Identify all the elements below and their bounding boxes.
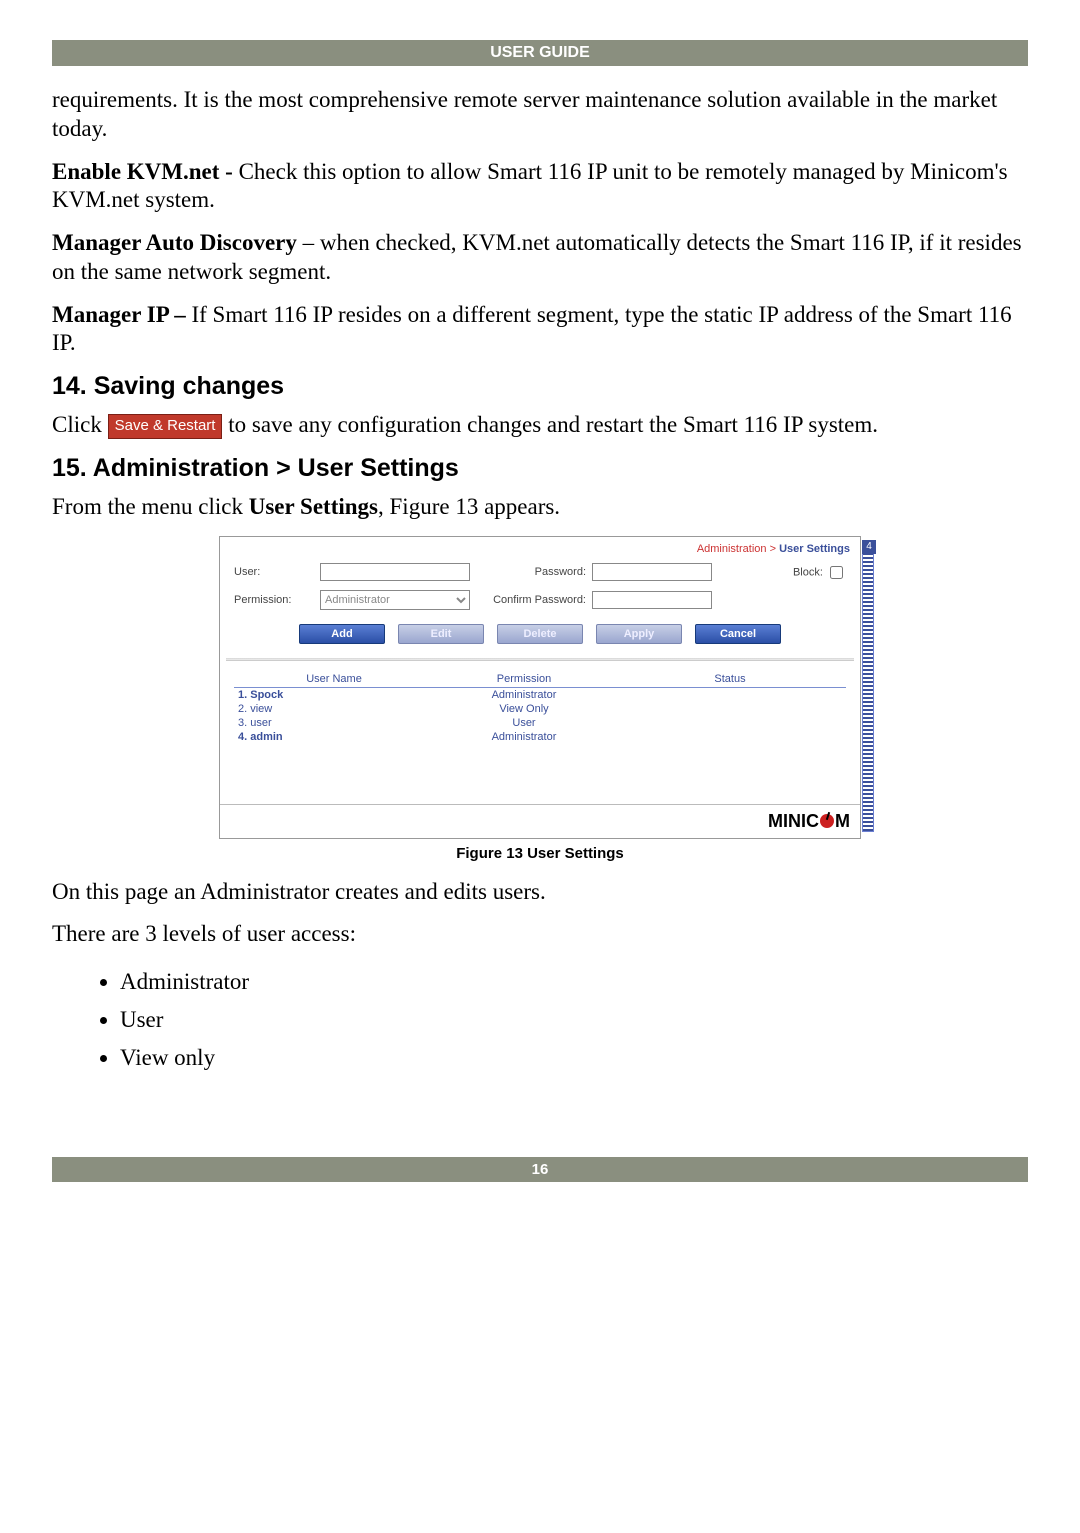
cell-permission: Administrator <box>434 689 614 701</box>
password-label: Password: <box>476 566 586 578</box>
edit-button[interactable]: Edit <box>398 624 484 644</box>
cell-username: 1. Spock <box>234 689 434 701</box>
delete-button[interactable]: Delete <box>497 624 583 644</box>
users-table: User Name Permission Status 1. SpockAdmi… <box>234 671 846 744</box>
block-label: Block: <box>793 566 823 578</box>
table-header: User Name Permission Status <box>234 671 846 688</box>
cell-status <box>614 689 846 701</box>
lead: Manager IP – <box>52 302 191 327</box>
brand-o-icon <box>820 814 834 828</box>
heading-saving-changes: 14. Saving changes <box>52 372 1028 401</box>
apply-button[interactable]: Apply <box>596 624 682 644</box>
paragraph-save-restart: Click Save & Restart to save any configu… <box>52 411 1028 440</box>
cell-permission: User <box>434 717 614 729</box>
cell-username: 4. admin <box>234 731 434 743</box>
panel-divider <box>226 658 854 661</box>
user-label: User: <box>234 566 314 578</box>
cancel-button[interactable]: Cancel <box>695 624 781 644</box>
user-input[interactable] <box>320 563 470 581</box>
list-item: User <box>120 1001 1028 1039</box>
confirm-label: Confirm Password: <box>476 594 586 606</box>
table-row[interactable]: 2. viewView Only <box>234 702 846 716</box>
paragraph-access-levels: There are 3 levels of user access: <box>52 920 1028 949</box>
page-header: USER GUIDE <box>52 40 1028 66</box>
cell-status <box>614 703 846 715</box>
col-permission: Permission <box>434 673 614 685</box>
paragraph-user-settings-intro: From the menu click User Settings, Figur… <box>52 493 1028 522</box>
header-title: USER GUIDE <box>490 44 590 61</box>
cell-permission: View Only <box>434 703 614 715</box>
save-restart-button[interactable]: Save & Restart <box>108 414 223 439</box>
list-item: Administrator <box>120 963 1028 1001</box>
access-list: AdministratorUserView only <box>92 963 1028 1077</box>
add-button[interactable]: Add <box>299 624 385 644</box>
pre: From the menu click <box>52 494 249 519</box>
block-checkbox[interactable] <box>830 566 843 579</box>
paragraph-auto-discovery: Manager Auto Discovery – when checked, K… <box>52 229 1028 287</box>
panel-side-decoration: 4 <box>862 543 874 832</box>
text: If Smart 116 IP resides on a different s… <box>52 302 1012 356</box>
lead: Manager Auto Discovery <box>52 230 297 255</box>
post: , Figure 13 appears. <box>378 494 560 519</box>
user-settings-panel: 4 Administration > User Settings User: P… <box>219 536 861 839</box>
panel-footer: MINIC M <box>220 804 860 838</box>
confirm-password-input[interactable] <box>592 591 712 609</box>
lead: Enable KVM.net - <box>52 159 239 184</box>
list-item: View only <box>120 1039 1028 1077</box>
permission-select[interactable]: Administrator <box>320 590 470 610</box>
pre: Click <box>52 412 108 437</box>
brand-post: M <box>835 811 850 831</box>
table-row[interactable]: 3. userUser <box>234 716 846 730</box>
paragraph-requirements: requirements. It is the most comprehensi… <box>52 86 1028 144</box>
password-input[interactable] <box>592 563 712 581</box>
paragraph-enable-kvm: Enable KVM.net - Check this option to al… <box>52 158 1028 216</box>
bold: User Settings <box>249 494 378 519</box>
breadcrumb: Administration > User Settings <box>220 537 860 559</box>
cell-username: 3. user <box>234 717 434 729</box>
crumb-current: User Settings <box>779 543 850 555</box>
paragraph-admin-creates: On this page an Administrator creates an… <box>52 878 1028 907</box>
cell-username: 2. view <box>234 703 434 715</box>
cell-status <box>614 717 846 729</box>
col-username: User Name <box>234 673 434 685</box>
col-status: Status <box>614 673 846 685</box>
paragraph-manager-ip: Manager IP – If Smart 116 IP resides on … <box>52 301 1028 359</box>
page-footer: 16 <box>52 1157 1028 1182</box>
table-row[interactable]: 1. SpockAdministrator <box>234 688 846 702</box>
cell-status <box>614 731 846 743</box>
crumb-root: Administration <box>697 543 767 555</box>
cell-permission: Administrator <box>434 731 614 743</box>
table-row[interactable]: 4. adminAdministrator <box>234 730 846 744</box>
brand-pre: MINIC <box>768 811 819 831</box>
heading-user-settings: 15. Administration > User Settings <box>52 454 1028 483</box>
deco-number: 4 <box>862 540 876 554</box>
button-row: Add Edit Delete Apply Cancel <box>220 616 860 654</box>
permission-label: Permission: <box>234 594 314 606</box>
page-number: 16 <box>532 1161 549 1178</box>
post: to save any configuration changes and re… <box>228 412 878 437</box>
crumb-sep: > <box>770 543 776 555</box>
figure-caption: Figure 13 User Settings <box>52 845 1028 862</box>
